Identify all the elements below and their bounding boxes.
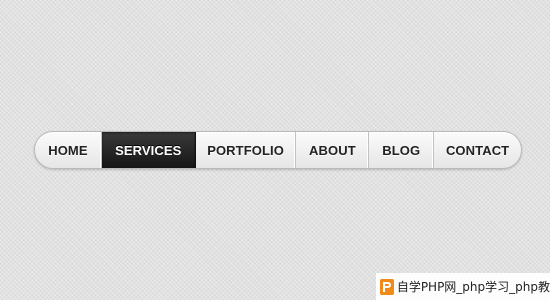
main-navigation-bar: HOME SERVICES PORTFOLIO ABOUT BLOG CONTA… (34, 131, 522, 169)
nav-item-portfolio[interactable]: PORTFOLIO (196, 132, 297, 168)
nav-item-home[interactable]: HOME (35, 132, 102, 168)
site-watermark: 自学PHP网_php学习_php教 (376, 273, 550, 300)
nav-item-services[interactable]: SERVICES (101, 132, 196, 168)
nav-item-blog[interactable]: BLOG (369, 132, 435, 168)
php-site-logo-icon (380, 278, 394, 295)
nav-item-about[interactable]: ABOUT (296, 132, 370, 168)
watermark-text: 自学PHP网_php学习_php教 (396, 280, 550, 294)
nav-item-contact[interactable]: CONTACT (434, 132, 521, 168)
